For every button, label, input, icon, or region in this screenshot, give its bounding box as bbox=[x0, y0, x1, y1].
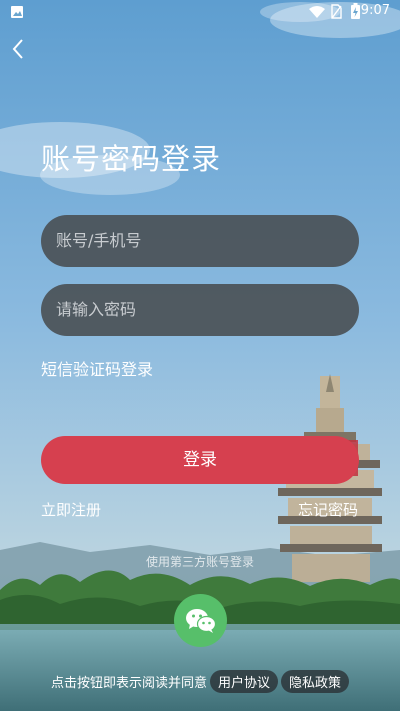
back-button[interactable] bbox=[8, 36, 32, 62]
status-bar: 9:07 bbox=[0, 0, 400, 24]
wechat-icon bbox=[185, 608, 216, 633]
password-placeholder: 请输入密码 bbox=[56, 300, 137, 319]
battery-charging-icon bbox=[351, 3, 360, 19]
account-input[interactable]: 账号/手机号 bbox=[41, 215, 359, 267]
forgot-password-link[interactable]: 忘记密码 bbox=[298, 499, 358, 520]
register-link[interactable]: 立即注册 bbox=[41, 499, 101, 520]
agreement-bar: 点击按钮即表示阅读并同意 用户协议 隐私政策 bbox=[0, 670, 400, 693]
login-button[interactable]: 登录 bbox=[41, 436, 359, 484]
wifi-icon bbox=[309, 6, 325, 18]
chevron-left-icon bbox=[12, 39, 23, 59]
status-time: 9:07 bbox=[360, 3, 390, 18]
account-placeholder: 账号/手机号 bbox=[56, 231, 142, 250]
user-agreement-link[interactable]: 用户协议 bbox=[209, 670, 278, 693]
image-notification-icon bbox=[11, 6, 23, 18]
no-sim-icon bbox=[331, 4, 342, 19]
password-input[interactable]: 请输入密码 bbox=[41, 284, 359, 336]
wechat-login-button[interactable] bbox=[174, 594, 227, 647]
page-title: 账号密码登录 bbox=[41, 142, 222, 176]
agreement-text: 点击按钮即表示阅读并同意 bbox=[50, 676, 207, 691]
sms-login-link[interactable]: 短信验证码登录 bbox=[41, 356, 153, 380]
privacy-policy-link[interactable]: 隐私政策 bbox=[281, 670, 350, 693]
third-party-login-label: 使用第三方账号登录 bbox=[145, 555, 254, 569]
